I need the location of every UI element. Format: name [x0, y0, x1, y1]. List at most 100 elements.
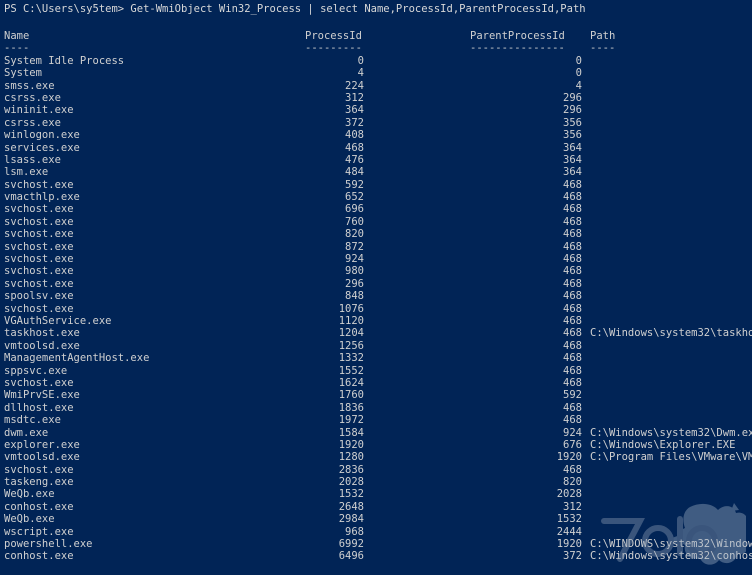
cell-parent-process-id: 364: [563, 141, 582, 154]
table-row: dwm.exe 1584 924 C:\Windows\system32\Dwm.ex…: [0, 427, 752, 439]
cell-process-name: svchost.exe: [4, 277, 74, 290]
cell-process-name: svchost.exe: [4, 240, 74, 253]
table-row: svchost.exe 1076 468: [0, 303, 752, 315]
table-row: System 4 0: [0, 67, 752, 79]
cell-process-name: msdtc.exe: [4, 414, 61, 427]
cell-parent-process-id: 468: [563, 178, 582, 191]
cell-parent-process-id: 296: [563, 104, 582, 117]
cell-process-name: csrss.exe: [4, 91, 61, 104]
cell-process-id: 1532: [338, 488, 364, 501]
cell-parent-process-id: 468: [563, 191, 582, 204]
cell-process-id: 872: [345, 240, 364, 253]
table-row: svchost.exe 760 468: [0, 216, 752, 228]
table-row: vmtoolsd.exe 1280 1920 C:\Program Files\VMw…: [0, 451, 752, 463]
cell-process-name: svchost.exe: [4, 376, 74, 389]
table-row: winlogon.exe 408 356: [0, 129, 752, 141]
cell-process-id: 1076: [338, 302, 364, 315]
table-row: dllhost.exe 1836 468: [0, 402, 752, 414]
column-header-path: Path: [590, 30, 616, 42]
cell-process-id: 1552: [338, 364, 364, 377]
cell-process-id: 592: [345, 178, 364, 191]
cell-process-name: wscript.exe: [4, 525, 74, 538]
cell-process-name: csrss.exe: [4, 116, 61, 129]
cell-parent-process-id: 468: [563, 327, 582, 340]
cell-process-name: conhost.exe: [4, 550, 74, 563]
cell-parent-process-id: 468: [563, 240, 582, 253]
cell-process-id: 1760: [338, 389, 364, 402]
cell-path: C:\Program Files\VMware\VM...: [590, 451, 752, 464]
cell-process-name: services.exe: [4, 141, 80, 154]
table-row: powershell.exe 6992 1920 C:\WINDOWS\system3…: [0, 538, 752, 550]
cell-process-id: 2648: [338, 500, 364, 513]
cell-parent-process-id: 924: [563, 426, 582, 439]
table-row: lsm.exe 484 364: [0, 166, 752, 178]
cell-process-name: explorer.exe: [4, 438, 80, 451]
cell-process-name: svchost.exe: [4, 215, 74, 228]
cell-parent-process-id: 356: [563, 129, 582, 142]
cell-process-id: 372: [345, 116, 364, 129]
cell-process-name: taskhost.exe: [4, 327, 80, 340]
process-rows-container: System Idle Process 0 0 System 4 0 smss.exe 224…: [0, 55, 752, 563]
cell-process-id: 980: [345, 265, 364, 278]
cell-process-id: 1256: [338, 339, 364, 352]
cell-parent-process-id: 468: [563, 228, 582, 241]
cell-parent-process-id: 676: [563, 438, 582, 451]
cell-path: C:\WINDOWS\system32\Window...: [590, 538, 752, 551]
cell-path: C:\Windows\system32\Dwm.exe: [590, 426, 752, 439]
cell-process-id: 1332: [338, 352, 364, 365]
cell-process-id: 476: [345, 153, 364, 166]
cell-process-name: WeQb.exe: [4, 513, 55, 526]
table-row: svchost.exe 296 468: [0, 278, 752, 290]
cell-parent-process-id: 364: [563, 153, 582, 166]
cell-process-id: 1972: [338, 414, 364, 427]
cell-process-id: 468: [345, 141, 364, 154]
table-row: csrss.exe 372 356: [0, 117, 752, 129]
table-row: svchost.exe 2836 468: [0, 464, 752, 476]
cell-process-id: 2028: [338, 476, 364, 489]
cell-parent-process-id: 372: [563, 550, 582, 563]
cell-parent-process-id: 2444: [556, 525, 582, 538]
cell-process-name: vmtoolsd.exe: [4, 339, 80, 352]
cell-process-name: smss.exe: [4, 79, 55, 92]
table-row: ManagementAgentHost.exe 1332 468: [0, 352, 752, 364]
cell-process-id: 0: [357, 54, 364, 67]
table-row: services.exe 468 364: [0, 142, 752, 154]
rule-path: ----: [590, 42, 616, 55]
table-header-rule-row: ---- --------- --------------- ----: [0, 42, 752, 54]
table-row: vmacthlp.exe 652 468: [0, 191, 752, 203]
cell-parent-process-id: 468: [563, 414, 582, 427]
table-row: svchost.exe 696 468: [0, 203, 752, 215]
cell-process-name: svchost.exe: [4, 253, 74, 266]
cell-process-name: WeQb.exe: [4, 488, 55, 501]
cell-parent-process-id: 468: [563, 376, 582, 389]
table-header-row: Name ProcessId ParentProcessId Path: [0, 30, 752, 42]
cell-process-name: vmtoolsd.exe: [4, 451, 80, 464]
cell-parent-process-id: 468: [563, 277, 582, 290]
cell-parent-process-id: 468: [563, 364, 582, 377]
table-row: taskhost.exe 1204 468 C:\Windows\system32\t…: [0, 327, 752, 339]
table-row: WeQb.exe 1532 2028: [0, 488, 752, 500]
cell-process-name: spoolsv.exe: [4, 290, 74, 303]
cell-process-name: svchost.exe: [4, 228, 74, 241]
cell-process-name: sppsvc.exe: [4, 364, 68, 377]
cell-parent-process-id: 468: [563, 463, 582, 476]
powershell-console-window[interactable]: PS C:\Users\sy5tem> Get-WmiObject Win32_…: [0, 0, 752, 575]
table-row: System Idle Process 0 0: [0, 55, 752, 67]
table-row: svchost.exe 1624 468: [0, 377, 752, 389]
cell-parent-process-id: 364: [563, 166, 582, 179]
cell-process-name: dwm.exe: [4, 426, 49, 439]
cell-process-name: svchost.exe: [4, 463, 74, 476]
cell-parent-process-id: 0: [575, 54, 582, 67]
cell-process-id: 760: [345, 215, 364, 228]
table-row: vmtoolsd.exe 1256 468: [0, 340, 752, 352]
table-row: VGAuthService.exe 1120 468: [0, 315, 752, 327]
cell-process-name: System: [4, 67, 42, 80]
table-row: csrss.exe 312 296: [0, 92, 752, 104]
table-row: wininit.exe 364 296: [0, 104, 752, 116]
cell-parent-process-id: 312: [563, 500, 582, 513]
cell-process-name: svchost.exe: [4, 265, 74, 278]
cell-parent-process-id: 1920: [556, 451, 582, 464]
column-header-name: Name: [4, 30, 30, 42]
table-row: msdtc.exe 1972 468: [0, 414, 752, 426]
table-row: WmiPrvSE.exe 1760 592: [0, 389, 752, 401]
